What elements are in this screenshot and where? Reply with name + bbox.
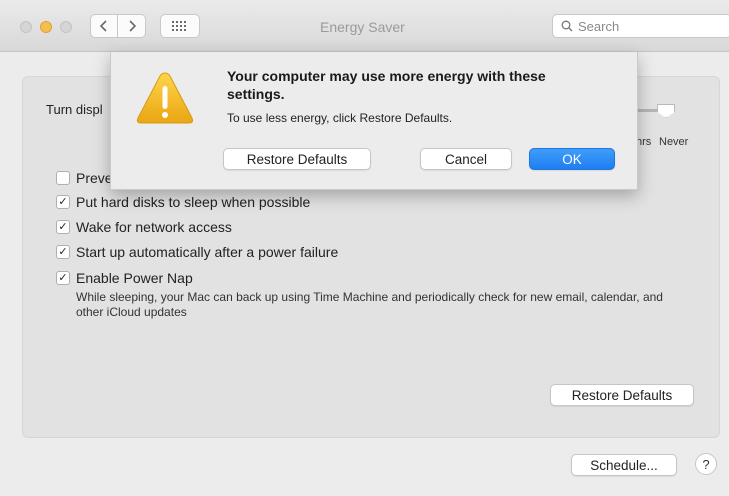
slider-tick-never: Never	[659, 136, 689, 148]
checkbox-startup-after-power-failure[interactable]: ✓	[56, 245, 70, 259]
alert-message: To use less energy, click Restore Defaul…	[227, 111, 453, 125]
option-label: Start up automatically after a power fai…	[76, 244, 339, 260]
alert-cancel-button[interactable]: Cancel	[420, 148, 512, 170]
checkbox-hard-disks-sleep[interactable]: ✓	[56, 195, 70, 209]
window-title: Energy Saver	[320, 19, 405, 35]
grid-icon	[172, 21, 186, 31]
slider-tick-hrs: hrs	[636, 136, 652, 148]
navigation-buttons	[90, 14, 146, 38]
option-label: Enable Power Nap	[76, 270, 193, 286]
checkbox-prevent-sleep[interactable]	[56, 171, 70, 185]
option-prevent-sleep[interactable]: Preve	[56, 170, 113, 186]
checkbox-power-nap[interactable]: ✓	[56, 271, 70, 285]
option-hard-disks-sleep[interactable]: ✓ Put hard disks to sleep when possible	[56, 194, 310, 210]
turn-display-off-label: Turn displ	[46, 102, 103, 117]
option-label: Preve	[76, 170, 113, 186]
alert-restore-defaults-button[interactable]: Restore Defaults	[223, 148, 371, 170]
alert-ok-button[interactable]: OK	[529, 148, 615, 170]
search-field[interactable]: Search	[552, 14, 729, 38]
checkbox-wake-network[interactable]: ✓	[56, 220, 70, 234]
zoom-window-button[interactable]	[60, 21, 72, 33]
forward-button[interactable]	[118, 14, 146, 38]
title-bar: Energy Saver Search	[0, 0, 729, 52]
chevron-right-icon	[128, 20, 136, 32]
schedule-button[interactable]: Schedule...	[571, 454, 677, 476]
chevron-left-icon	[99, 20, 107, 32]
back-button[interactable]	[90, 14, 118, 38]
power-nap-description: While sleeping, your Mac can back up usi…	[76, 290, 663, 319]
minimize-window-button[interactable]	[40, 21, 52, 33]
energy-saver-window: Energy Saver Search Turn displ hrs Never…	[0, 0, 729, 496]
option-label: Wake for network access	[76, 219, 232, 235]
help-button[interactable]: ?	[695, 453, 717, 475]
show-all-button[interactable]	[160, 14, 200, 38]
restore-defaults-button[interactable]: Restore Defaults	[550, 384, 694, 406]
option-wake-network[interactable]: ✓ Wake for network access	[56, 219, 232, 235]
alert-sheet: Your computer may use more energy with t…	[110, 52, 638, 190]
option-startup-after-power-failure[interactable]: ✓ Start up automatically after a power f…	[56, 244, 338, 260]
option-power-nap[interactable]: ✓ Enable Power Nap	[56, 270, 193, 286]
search-placeholder: Search	[578, 18, 620, 34]
close-window-button[interactable]	[20, 21, 32, 33]
search-icon	[561, 20, 573, 32]
alert-title: Your computer may use more energy with t…	[227, 68, 546, 102]
warning-icon	[136, 72, 194, 124]
option-label: Put hard disks to sleep when possible	[76, 194, 311, 210]
